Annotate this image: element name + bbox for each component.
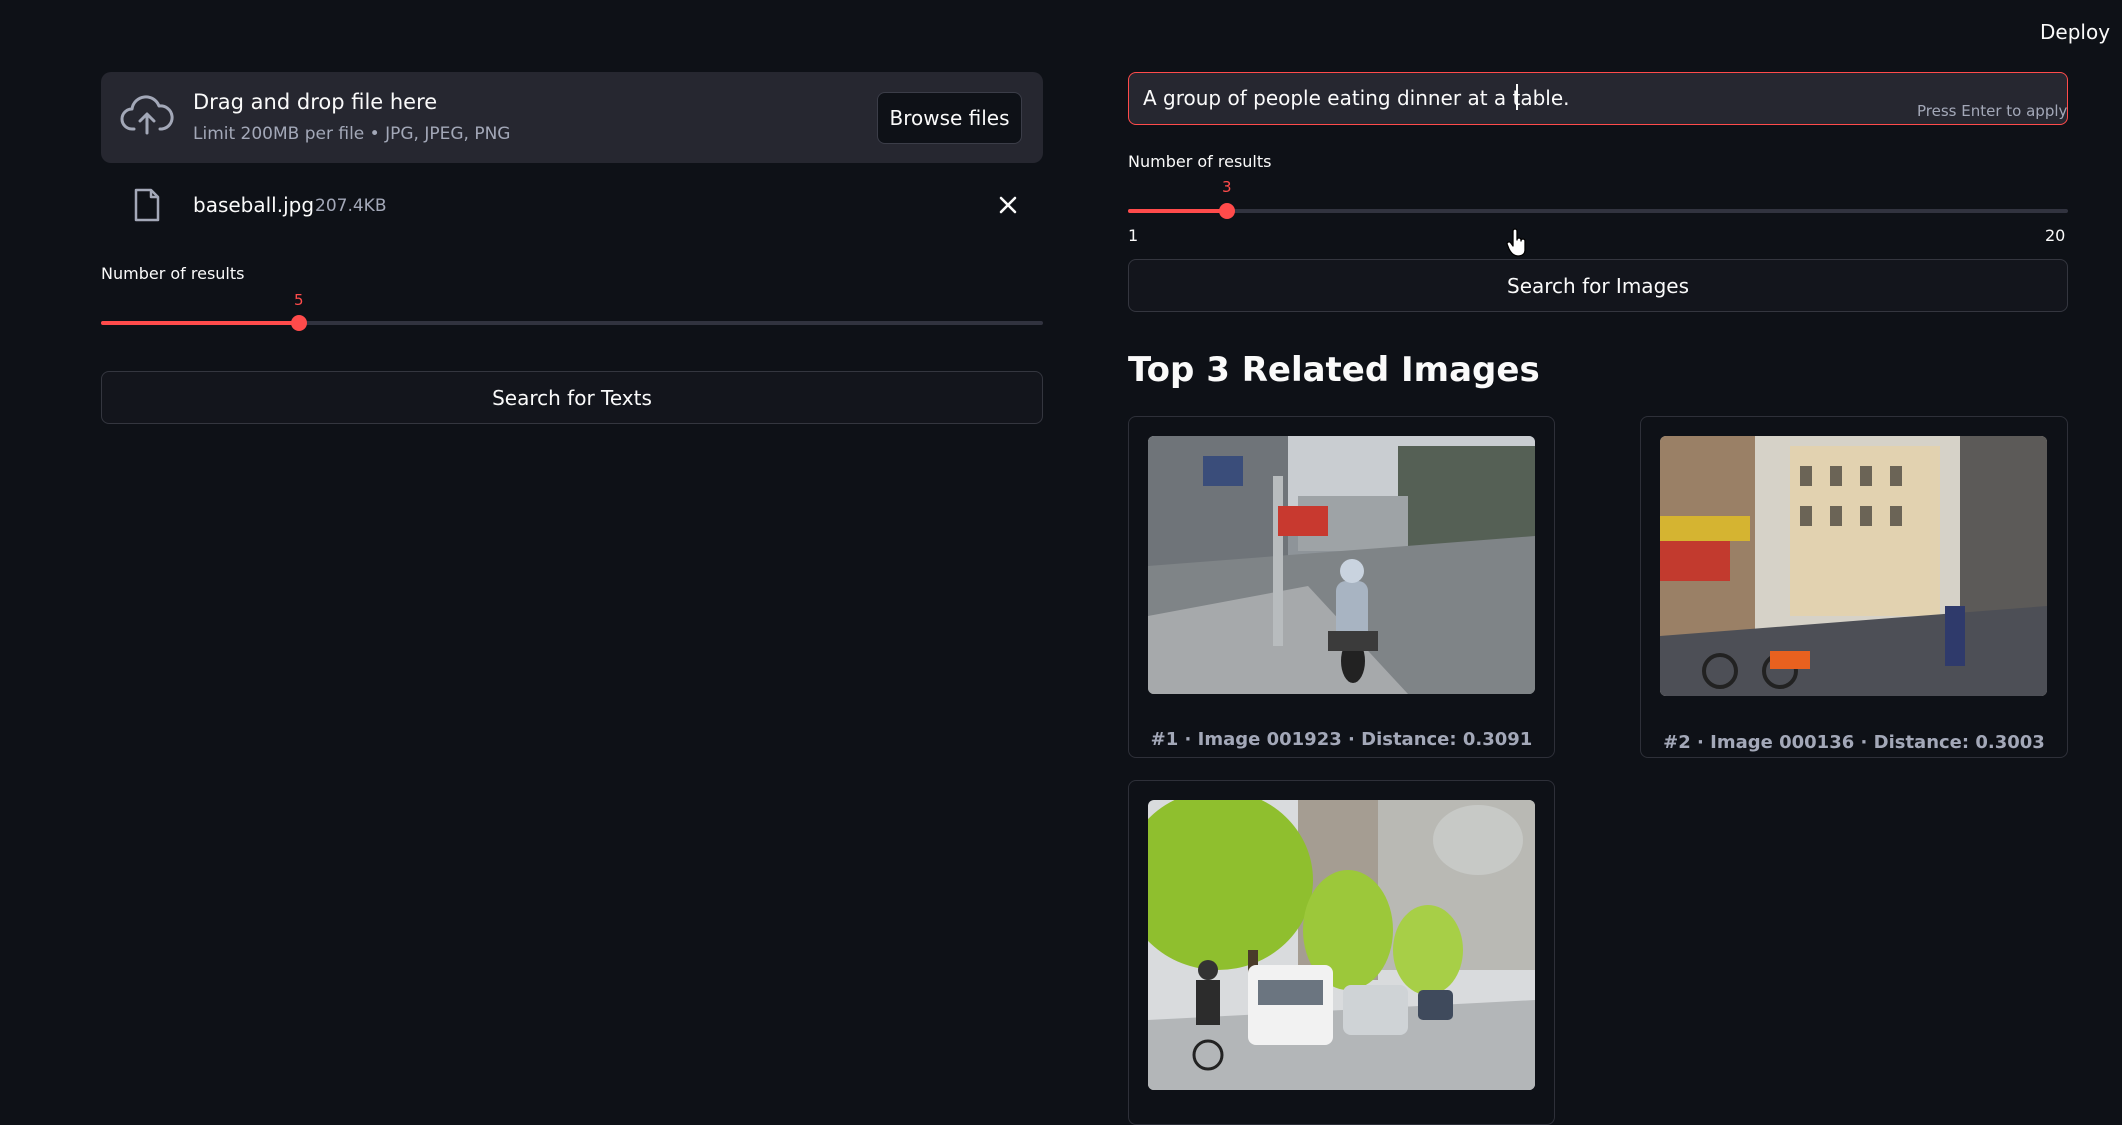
hand-cursor-icon xyxy=(1506,228,1526,257)
result-caption-2: #2 · Image 000136 · Distance: 0.3003 xyxy=(1663,732,2045,753)
cloud-upload-icon xyxy=(120,95,174,135)
image-results-slider-label: Number of results xyxy=(1128,152,1272,171)
browse-files-button[interactable]: Browse files xyxy=(877,92,1022,144)
input-hint: Press Enter to apply xyxy=(1917,102,2068,120)
image-results-slider-thumb[interactable] xyxy=(1219,203,1235,219)
dropzone-title: Drag and drop file here xyxy=(193,90,438,114)
result-image-1[interactable] xyxy=(1148,436,1535,694)
uploaded-file-name: baseball.jpg xyxy=(193,193,315,217)
query-text-value[interactable]: A group of people eating dinner at a tab… xyxy=(1143,86,1570,110)
slider-max-label: 20 xyxy=(2045,226,2066,245)
street-photo-image xyxy=(1148,436,1535,694)
file-icon xyxy=(134,188,160,222)
deploy-button[interactable]: Deploy xyxy=(2040,20,2110,44)
text-caret xyxy=(1516,84,1518,110)
results-heading: Top 3 Related Images xyxy=(1128,350,1540,390)
slider-min-label: 1 xyxy=(1128,226,1139,245)
image-results-slider-value: 3 xyxy=(1222,178,1232,196)
text-results-slider-label: Number of results xyxy=(101,264,245,283)
street-photo-image xyxy=(1660,436,2047,696)
image-results-slider-track[interactable] xyxy=(1128,209,2068,213)
street-photo-image xyxy=(1148,800,1535,1090)
search-for-images-button[interactable]: Search for Images xyxy=(1128,259,2068,312)
result-image-3[interactable] xyxy=(1148,800,1535,1090)
image-results-slider-fill xyxy=(1128,209,1227,213)
result-image-2[interactable] xyxy=(1660,436,2047,696)
text-results-slider-value: 5 xyxy=(294,291,304,309)
search-for-texts-button[interactable]: Search for Texts xyxy=(101,371,1043,424)
dropzone-limits: Limit 200MB per file • JPG, JPEG, PNG xyxy=(193,124,511,144)
close-icon[interactable] xyxy=(995,192,1021,218)
text-results-slider-fill xyxy=(101,321,299,325)
result-caption-1: #1 · Image 001923 · Distance: 0.3091 xyxy=(1150,729,1533,750)
text-results-slider-thumb[interactable] xyxy=(291,315,307,331)
uploaded-file-size: 207.4KB xyxy=(315,196,387,216)
